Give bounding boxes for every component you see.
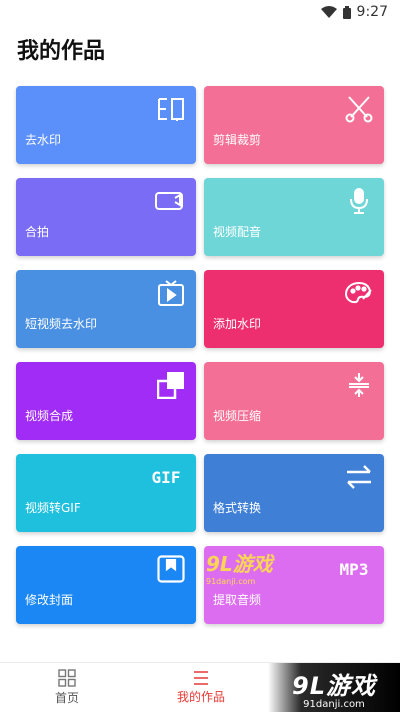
tv-play-icon [156, 278, 186, 308]
status-time: 9:27 [356, 4, 388, 20]
watermark-sub: 91danji.com [206, 577, 256, 586]
mp3-text-icon: MP3 [334, 554, 374, 584]
nav-home-label: 首页 [54, 691, 79, 705]
tile-video-dubbing[interactable]: 视频配音 [204, 178, 384, 256]
logo-main: 9L游戏 [292, 671, 376, 700]
nav-my-works[interactable]: 我的作品 [134, 663, 268, 712]
swap-arrows-icon [344, 462, 374, 492]
grid-icon [58, 669, 76, 687]
microphone-icon [344, 186, 374, 216]
tile-remove-watermark[interactable]: 去水印 [16, 86, 196, 164]
tile-label: 短视频去水印 [25, 317, 98, 331]
tile-label: 视频压缩 [213, 409, 262, 423]
tile-label: 添加水印 [213, 317, 262, 331]
page-title: 我的作品 [17, 39, 106, 64]
battery-icon [342, 5, 351, 19]
tile-add-watermark[interactable]: 添加水印 [204, 270, 384, 348]
bookmark-frame-icon [156, 554, 186, 584]
tile-label: 剪辑裁剪 [213, 133, 262, 147]
tile-video-compress[interactable]: 视频压缩 [204, 362, 384, 440]
tile-video-to-gif[interactable]: GIF 视频转GIF [16, 454, 196, 532]
tile-label: 修改封面 [25, 593, 74, 607]
nav-home[interactable]: 首页 [0, 663, 134, 712]
tile-format-convert[interactable]: 格式转换 [204, 454, 384, 532]
site-logo: 9L游戏 91danji.com [268, 663, 400, 712]
tile-label: 格式转换 [213, 501, 262, 515]
wifi-icon [320, 6, 337, 18]
list-icon [194, 671, 208, 685]
compress-icon [344, 370, 374, 400]
tile-label: 提取音频 [213, 593, 262, 607]
tile-cut-crop[interactable]: 剪辑裁剪 [204, 86, 384, 164]
watermark: 9L游戏 91danji.com [206, 548, 273, 586]
tile-edit-cover[interactable]: 修改封面 [16, 546, 196, 624]
watermark-main: 9L游戏 [206, 552, 273, 576]
palette-icon [344, 278, 374, 308]
tile-label: 合拍 [25, 225, 50, 239]
tile-short-video-remove-watermark[interactable]: 短视频去水印 [16, 270, 196, 348]
gif-label: GIF [151, 467, 181, 487]
tile-label: 视频转GIF [25, 501, 81, 515]
bottom-nav: 首页 我的作品 9L游戏 91danji.com [0, 662, 400, 712]
gif-text-icon: GIF [146, 462, 186, 492]
mp3-label: MP3 [339, 559, 369, 579]
tile-label: 视频配音 [213, 225, 262, 239]
nav-my-works-label: 我的作品 [176, 690, 225, 704]
tool-grid: 去水印 剪辑裁剪 合拍 视频配音 短视频去水印 添加水印 视频合成 视频压缩 G… [16, 86, 384, 624]
scissors-icon [344, 94, 374, 124]
layers-icon [156, 370, 186, 400]
tile-label: 视频合成 [25, 409, 74, 423]
tile-duet[interactable]: 合拍 [16, 178, 196, 256]
camera-icon [152, 186, 186, 216]
tile-label: 去水印 [25, 133, 62, 147]
tile-video-compose[interactable]: 视频合成 [16, 362, 196, 440]
status-bar: 9:27 [0, 0, 400, 24]
logo-sub: 91danji.com [303, 698, 365, 710]
stamp-icon [156, 94, 186, 124]
